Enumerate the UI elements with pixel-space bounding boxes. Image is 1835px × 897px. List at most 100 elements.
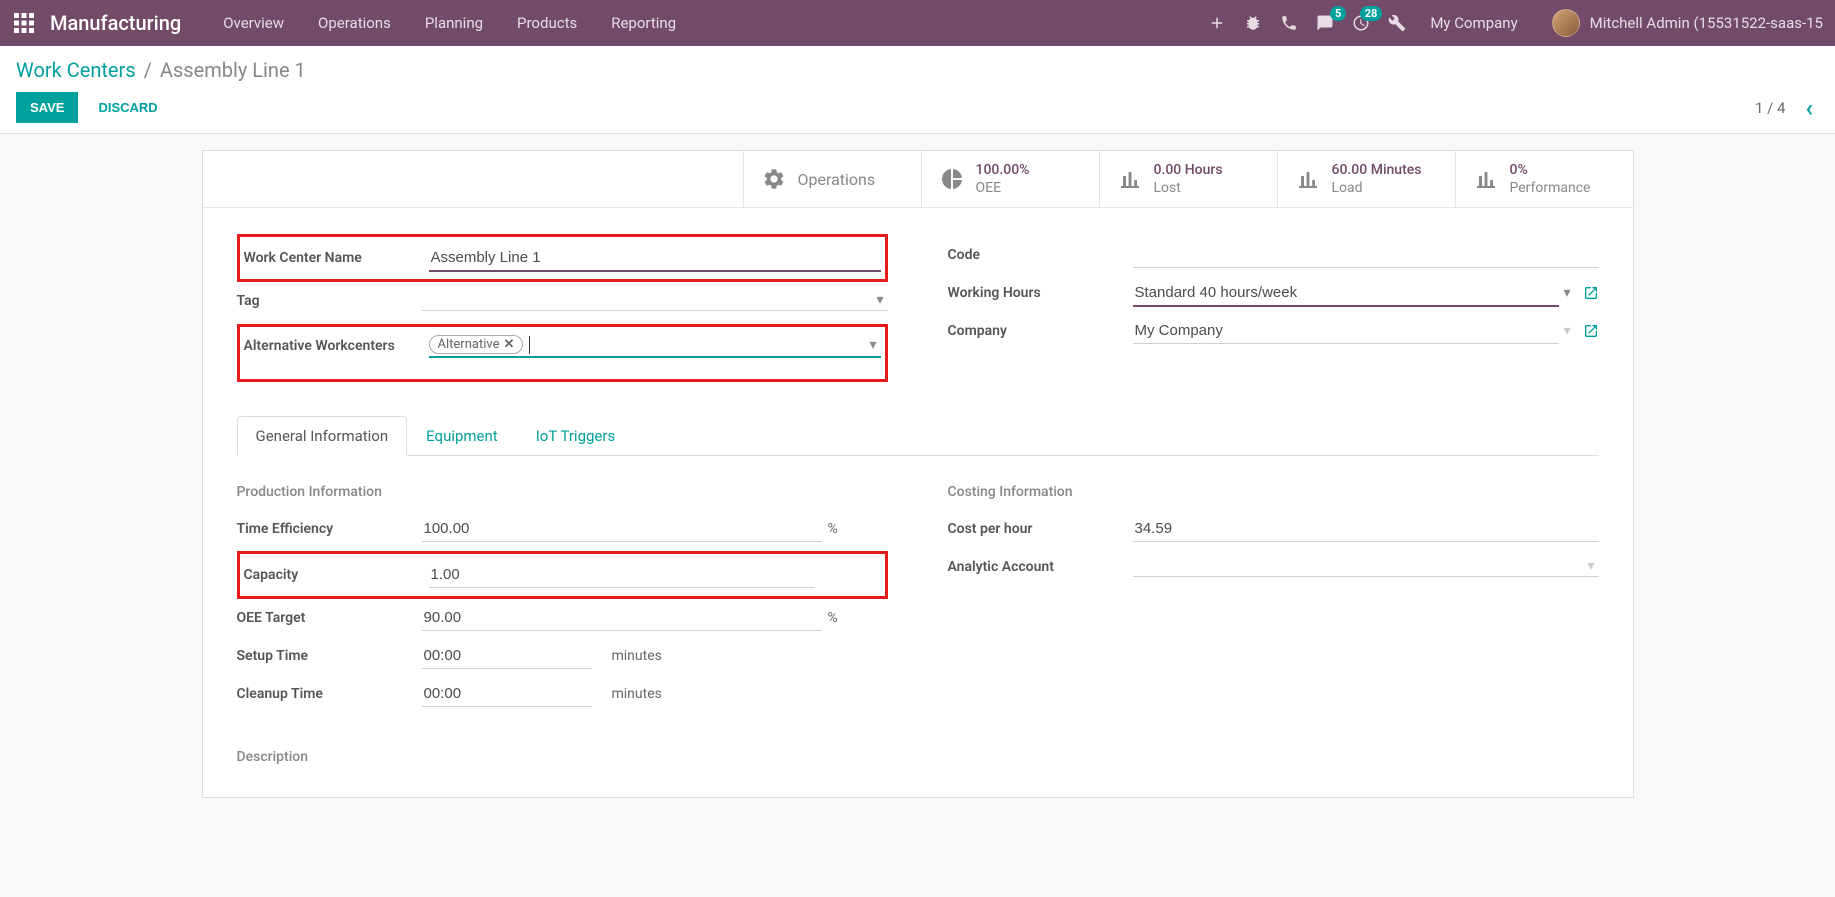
alt-tag-pill: Alternative ✕ — [429, 335, 524, 354]
alt-label: Alternative Workcenters — [244, 335, 429, 357]
tab-iot[interactable]: IoT Triggers — [517, 416, 634, 455]
code-label: Code — [948, 247, 1133, 263]
save-button[interactable]: SAVE — [16, 92, 78, 123]
stat-oee-value: 100.00% — [976, 161, 1030, 179]
chevron-down-icon[interactable]: ▾ — [1559, 285, 1574, 301]
activities-icon[interactable]: 28 — [1352, 14, 1370, 32]
avatar — [1552, 9, 1580, 37]
external-link-icon[interactable] — [1583, 285, 1599, 301]
phone-icon[interactable] — [1280, 14, 1298, 32]
code-input[interactable] — [1133, 242, 1599, 268]
tag-label: Tag — [237, 293, 422, 309]
nav-planning[interactable]: Planning — [411, 6, 497, 40]
hours-input[interactable] — [1133, 280, 1560, 307]
gear-icon — [762, 167, 786, 191]
highlight-alt-workcenters: Alternative Workcenters Alternative ✕ ▾ — [237, 324, 888, 382]
cost-section-title: Costing Information — [948, 484, 1599, 500]
stat-row: Operations 100.00% OEE 0.00 Hours Lost — [203, 151, 1633, 208]
stat-lost-button[interactable]: 0.00 Hours Lost — [1099, 151, 1277, 207]
breadcrumb-sep: / — [144, 58, 152, 82]
time-eff-label: Time Efficiency — [237, 521, 422, 537]
pie-chart-icon — [940, 167, 964, 191]
time-eff-input[interactable] — [422, 516, 822, 542]
bar-chart-icon — [1118, 167, 1142, 191]
highlight-name: Work Center Name — [237, 234, 888, 282]
chevron-down-icon[interactable]: ▾ — [1559, 323, 1574, 339]
nav-systray: 5 28 My Company Mitchell Admin (15531522… — [1208, 9, 1823, 37]
highlight-capacity: Capacity — [237, 551, 888, 599]
apps-icon[interactable] — [12, 11, 36, 35]
tab-general[interactable]: General Information — [237, 416, 408, 456]
activities-badge: 28 — [1360, 6, 1383, 21]
tab-equipment[interactable]: Equipment — [407, 416, 517, 455]
analytic-account-field[interactable]: ▾ — [1133, 558, 1599, 577]
stat-oee-button[interactable]: 100.00% OEE — [921, 151, 1099, 207]
form-sheet: Operations 100.00% OEE 0.00 Hours Lost — [202, 150, 1634, 798]
minutes-unit: minutes — [612, 648, 662, 664]
messages-icon[interactable]: 5 — [1316, 14, 1334, 32]
alt-tag-text: Alternative — [438, 337, 500, 352]
percent-unit: % — [828, 521, 888, 537]
nav-overview[interactable]: Overview — [209, 6, 298, 40]
tools-icon[interactable] — [1388, 14, 1406, 32]
messages-badge: 5 — [1330, 6, 1346, 21]
breadcrumb-current: Assembly Line 1 — [160, 58, 306, 82]
chevron-down-icon[interactable]: ▾ — [865, 337, 880, 353]
stat-load-label: Load — [1332, 179, 1422, 197]
nav-reporting[interactable]: Reporting — [597, 6, 690, 40]
analytic-label: Analytic Account — [948, 559, 1133, 575]
username: Mitchell Admin (15531522-saas-15 — [1590, 14, 1823, 32]
stat-perf-value: 0% — [1510, 161, 1591, 179]
tag-field[interactable]: ▾ — [422, 292, 888, 311]
minutes-unit: minutes — [612, 686, 662, 702]
app-brand[interactable]: Manufacturing — [50, 11, 181, 35]
stat-operations-label: Operations — [798, 170, 876, 189]
pager: 1 / 4 ‹ — [1755, 94, 1819, 122]
pager-value[interactable]: 1 / 4 — [1755, 99, 1786, 117]
cleanup-time-label: Cleanup Time — [237, 686, 422, 702]
stat-lost-label: Lost — [1154, 179, 1223, 197]
setup-time-input[interactable] — [422, 643, 592, 669]
breadcrumb-parent[interactable]: Work Centers — [16, 58, 136, 82]
oee-target-label: OEE Target — [237, 610, 422, 626]
stat-perf-label: Performance — [1510, 179, 1591, 197]
breadcrumb: Work Centers / Assembly Line 1 — [16, 58, 1819, 82]
capacity-input[interactable] — [429, 562, 815, 588]
stat-load-button[interactable]: 60.00 Minutes Load — [1277, 151, 1455, 207]
control-panel: Work Centers / Assembly Line 1 SAVE DISC… — [0, 46, 1835, 134]
discard-button[interactable]: DISCARD — [84, 92, 171, 123]
name-input[interactable] — [429, 245, 881, 272]
bug-icon[interactable] — [1244, 14, 1262, 32]
stat-lost-value: 0.00 Hours — [1154, 161, 1223, 179]
alt-workcenters-field[interactable]: Alternative ✕ ▾ — [429, 335, 881, 358]
company-selector[interactable]: My Company — [1424, 14, 1523, 32]
stat-performance-button[interactable]: 0% Performance — [1455, 151, 1633, 207]
close-icon[interactable]: ✕ — [503, 337, 514, 352]
chevron-down-icon[interactable]: ▾ — [872, 292, 887, 308]
pager-prev-icon[interactable]: ‹ — [1800, 94, 1820, 122]
name-label: Work Center Name — [244, 250, 429, 266]
text-cursor — [529, 336, 530, 354]
nav-products[interactable]: Products — [503, 6, 591, 40]
hours-label: Working Hours — [948, 285, 1133, 301]
oee-target-input[interactable] — [422, 605, 822, 631]
navbar: Manufacturing Overview Operations Planni… — [0, 0, 1835, 46]
bar-chart-icon — [1296, 167, 1320, 191]
stat-oee-label: OEE — [976, 179, 1030, 197]
external-link-icon[interactable] — [1583, 323, 1599, 339]
prod-section-title: Production Information — [237, 484, 888, 500]
capacity-label: Capacity — [244, 567, 429, 583]
company-input[interactable] — [1133, 318, 1560, 344]
chevron-down-icon[interactable]: ▾ — [1583, 558, 1598, 574]
stat-operations-button[interactable]: Operations — [743, 151, 921, 207]
nav-operations[interactable]: Operations — [304, 6, 405, 40]
cleanup-time-input[interactable] — [422, 681, 592, 707]
tabs: General Information Equipment IoT Trigge… — [237, 416, 1599, 456]
stat-load-value: 60.00 Minutes — [1332, 161, 1422, 179]
description-section-title: Description — [237, 749, 888, 765]
setup-time-label: Setup Time — [237, 648, 422, 664]
cost-hour-input[interactable] — [1133, 516, 1599, 542]
user-menu[interactable]: Mitchell Admin (15531522-saas-15 — [1552, 9, 1823, 37]
plus-icon[interactable] — [1208, 14, 1226, 32]
percent-unit: % — [828, 610, 888, 626]
